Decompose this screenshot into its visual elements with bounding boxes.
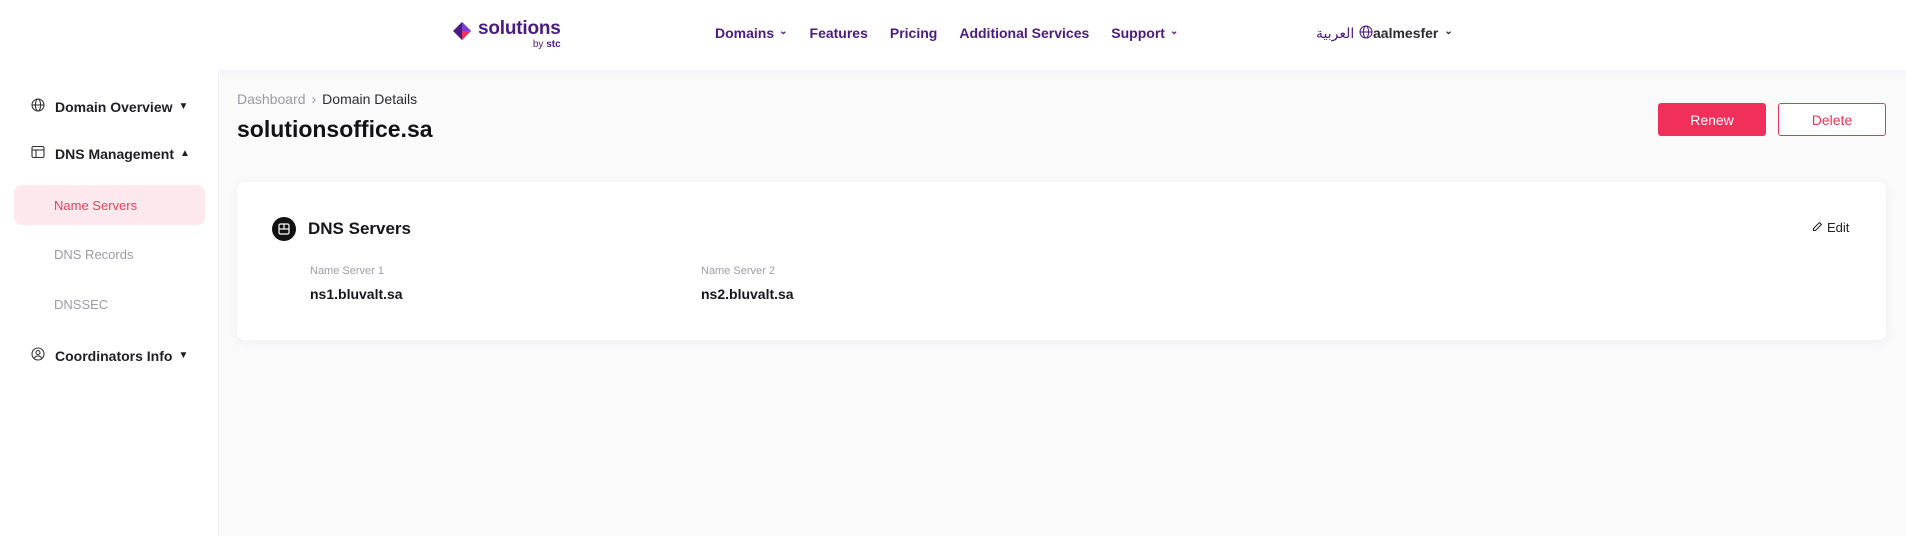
dns-table-icon [31,145,45,162]
nav-domains[interactable]: Domains ⌄ [715,25,788,41]
sidebar-subitem-dns-records[interactable]: DNS Records [14,234,205,274]
sidebar-item-label: DNS Management [55,145,175,162]
sidebar-subitem-dnssec[interactable]: DNSSEC [14,284,205,324]
nav-support[interactable]: Support ⌄ [1111,25,1178,41]
card-title: DNS Servers [308,219,412,238]
nav-features-label: Features [809,25,868,41]
caret-down-icon: ▼ [178,350,189,361]
edit-label: Edit [1827,220,1850,235]
nav-additional-services-label: Additional Services [959,25,1090,41]
pencil-icon [1812,220,1823,235]
globe-icon [1359,25,1373,42]
nav-support-label: Support [1111,25,1165,41]
top-navigation-bar: solutions by stc Domains ⌄ Features Pric… [0,0,1906,70]
nav-pricing-label: Pricing [889,25,938,41]
chevron-down-icon: ⌄ [1444,26,1453,37]
username: aalmesfer [1373,25,1439,41]
renew-button[interactable]: Renew [1658,103,1766,136]
sidebar-item-label: Domain Overview [55,98,173,115]
solutions-logo[interactable]: solutions by stc [452,19,561,51]
user-circle-icon [31,347,45,364]
caret-down-icon: ▼ [178,101,189,112]
delete-button[interactable]: Delete [1778,103,1886,136]
dns-servers-card: DNS Servers Edit Name Server 1 ns1.bluva… [237,182,1886,340]
sidebar: Domain Overview ▼ DNS Management ▲ Name … [0,70,219,536]
nav-pricing[interactable]: Pricing [890,25,937,41]
breadcrumb-current: Domain Details [322,91,418,107]
name-server-1-label: Name Server 1 [310,265,384,277]
sidebar-subitem-label: Name Servers [54,197,138,213]
nav-additional-services[interactable]: Additional Services [959,25,1089,41]
nav-domains-label: Domains [715,25,775,41]
caret-up-icon: ▲ [180,148,190,159]
edit-button[interactable]: Edit [1812,220,1849,235]
globe-icon [31,98,45,115]
breadcrumb: Dashboard › Domain Details [237,91,417,107]
page-title: solutionsoffice.sa [237,116,433,142]
logo-diamond-icon [452,21,472,41]
sidebar-subitem-label: DNSSEC [54,296,109,312]
nav-features[interactable]: Features [810,25,868,41]
sidebar-item-coordinators-info[interactable]: Coordinators Info ▼ [31,347,188,364]
user-menu[interactable]: aalmesfer ⌄ [1373,25,1453,41]
sidebar-subitem-label: DNS Records [54,246,134,262]
dns-server-icon [272,217,296,241]
name-server-2-label: Name Server 2 [701,265,775,277]
chevron-down-icon: ⌄ [1169,26,1179,37]
logo-subtitle: by stc [532,39,561,50]
language-label: العربية [1316,25,1355,41]
language-switcher[interactable]: العربية [1316,25,1373,42]
sidebar-subitem-name-servers[interactable]: Name Servers [14,185,205,225]
name-server-2-value: ns2.bluvalt.sa [701,286,794,302]
sidebar-item-dns-management[interactable]: DNS Management ▲ [31,145,190,162]
chevron-right-icon: › [311,91,317,107]
sidebar-item-label: Coordinators Info [55,347,173,364]
chevron-down-icon: ⌄ [779,26,788,37]
logo-wordmark: solutions [478,18,561,39]
name-server-1-value: ns1.bluvalt.sa [310,286,403,302]
breadcrumb-dashboard[interactable]: Dashboard [237,91,306,107]
sidebar-item-domain-overview[interactable]: Domain Overview ▼ [31,98,188,115]
main-nav: Domains ⌄ Features Pricing Additional Se… [715,25,1178,41]
